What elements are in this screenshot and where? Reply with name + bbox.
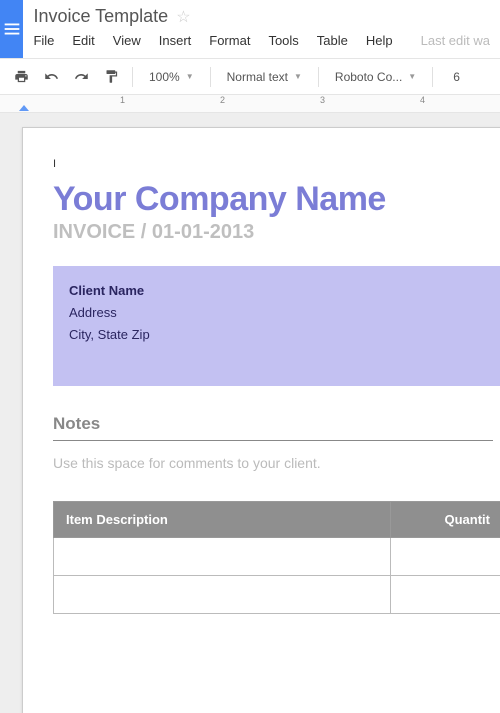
document-page[interactable]: I Your Company Name INVOICE / 01-01-2013… [22,127,500,713]
items-table[interactable]: Item Description Quantit [53,501,500,614]
style-dropdown[interactable]: Normal text▼ [219,64,310,90]
menu-file[interactable]: File [33,33,54,48]
table-row[interactable] [54,576,500,614]
menu-view[interactable]: View [113,33,141,48]
notes-divider [53,440,493,441]
text-cursor: I [53,158,500,170]
notes-heading[interactable]: Notes [53,414,500,434]
company-name-heading[interactable]: Your Company Name [53,180,500,219]
column-quantity: Quantit [390,502,500,538]
client-city-state-zip: City, State Zip [69,324,487,346]
toolbar-separator [210,67,211,87]
table-row[interactable] [54,538,500,576]
toolbar-separator [432,67,433,87]
print-icon[interactable] [8,64,34,90]
menu-format[interactable]: Format [209,33,250,48]
app-header: Invoice Template ☆ File Edit View Insert… [0,0,500,59]
invoice-date: 01-01-2013 [152,221,254,243]
ruler-tick: 1 [120,95,125,105]
ruler-tick: 3 [320,95,325,105]
horizontal-ruler[interactable]: 1 2 3 4 [0,95,500,113]
menu-edit[interactable]: Edit [72,33,94,48]
zoom-dropdown[interactable]: 100%▼ [141,64,202,90]
last-edit-text: Last edit wa [421,33,490,48]
menu-tools[interactable]: Tools [268,33,298,48]
undo-icon[interactable] [38,64,64,90]
redo-icon[interactable] [68,64,94,90]
document-title[interactable]: Invoice Template [33,6,168,27]
invoice-subheading[interactable]: INVOICE / 01-01-2013 [53,221,500,244]
menu-help[interactable]: Help [366,33,393,48]
star-icon[interactable]: ☆ [176,7,190,27]
ruler-tick: 2 [220,95,225,105]
client-name: Client Name [69,280,487,302]
chevron-down-icon: ▼ [186,72,194,81]
table-header-row: Item Description Quantit [54,502,500,538]
invoice-separator: / [135,221,152,243]
toolbar-separator [318,67,319,87]
toolbar-separator [132,67,133,87]
font-dropdown[interactable]: Roboto Co...▼ [327,64,424,90]
title-area: Invoice Template ☆ File Edit View Insert… [23,0,500,52]
client-info-box[interactable]: Client Name Address City, State Zip [53,266,500,386]
client-address: Address [69,302,487,324]
paint-format-icon[interactable] [98,64,124,90]
column-item-description: Item Description [54,502,391,538]
ruler-indent-marker[interactable] [19,105,29,111]
invoice-label: INVOICE [53,221,135,243]
menu-table[interactable]: Table [317,33,348,48]
font-size-dropdown[interactable]: 6 [441,64,472,90]
docs-app-icon[interactable] [0,0,23,58]
toolbar: 100%▼ Normal text▼ Roboto Co...▼ 6 [0,59,500,95]
menu-insert[interactable]: Insert [159,33,192,48]
ruler-tick: 4 [420,95,425,105]
chevron-down-icon: ▼ [408,72,416,81]
document-canvas[interactable]: I Your Company Name INVOICE / 01-01-2013… [0,113,500,713]
menubar: File Edit View Insert Format Tools Table… [33,33,490,48]
chevron-down-icon: ▼ [294,72,302,81]
notes-placeholder-text[interactable]: Use this space for comments to your clie… [53,455,500,471]
